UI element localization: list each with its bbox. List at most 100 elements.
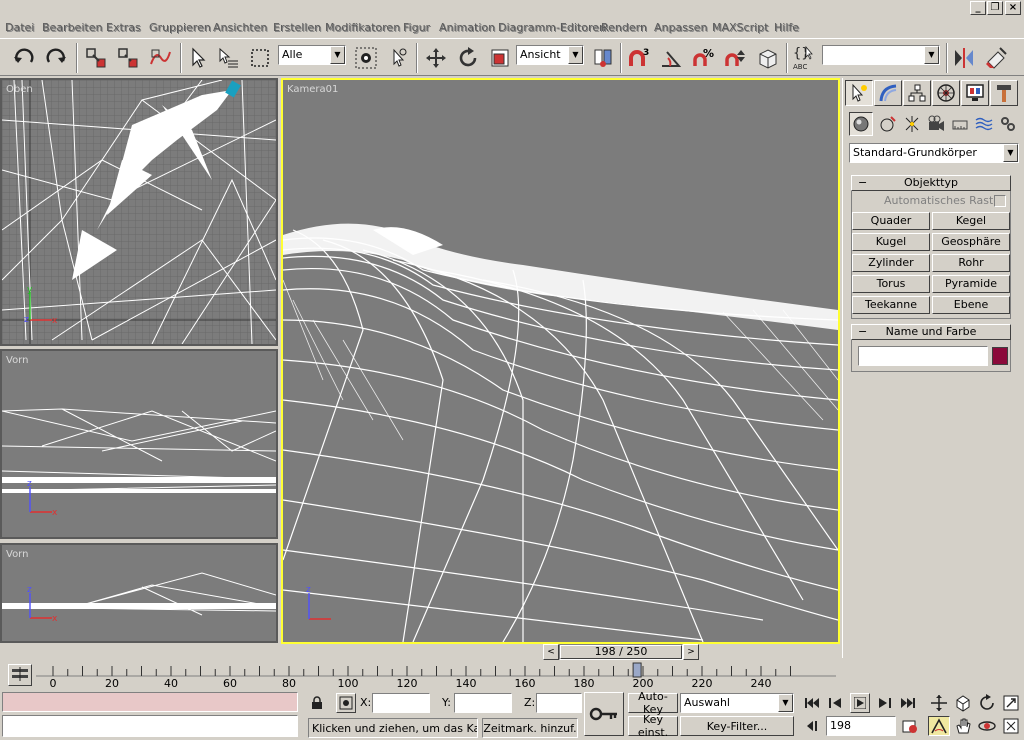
subtab-space-warps[interactable] xyxy=(973,114,995,134)
track-bar-ruler[interactable]: 0 20 40 60 80 100 120 140 160 180 200 220 240 xyxy=(36,662,836,690)
ebene-button[interactable]: Ebene xyxy=(932,296,1010,314)
orbit-camera-button[interactable] xyxy=(976,716,998,736)
subtab-lights[interactable] xyxy=(901,114,923,134)
menu-hilfe[interactable]: Hilfe xyxy=(774,21,799,34)
tab-utilities[interactable] xyxy=(990,80,1018,106)
select-object-button[interactable] xyxy=(186,44,210,72)
named-selection-set-button[interactable] xyxy=(754,44,782,72)
tab-display[interactable] xyxy=(961,80,989,106)
play-button[interactable] xyxy=(850,693,870,713)
tab-modify[interactable] xyxy=(874,80,902,106)
key-mode-toggle-button[interactable] xyxy=(802,717,822,735)
key-mode-dropdown[interactable]: Auswahl ▼ xyxy=(680,693,794,713)
close-button[interactable]: × xyxy=(1005,1,1021,15)
menu-figur[interactable]: Figur xyxy=(403,21,430,34)
kugel-button[interactable]: Kugel xyxy=(852,233,930,251)
object-category-dropdown[interactable]: Standard-Grundkörper ▼ xyxy=(849,143,1019,163)
menu-extras[interactable]: Extras xyxy=(106,21,141,34)
select-and-link-button[interactable] xyxy=(82,44,110,72)
maximize-viewport-button[interactable] xyxy=(1000,693,1022,713)
select-and-scale-button[interactable] xyxy=(486,44,514,72)
subtab-cameras[interactable] xyxy=(925,114,947,134)
zoom-button[interactable] xyxy=(928,693,950,713)
go-to-end-button[interactable] xyxy=(898,694,918,712)
tab-create[interactable] xyxy=(845,80,873,106)
object-name-field[interactable] xyxy=(858,346,988,366)
rollout-name-color-header[interactable]: − Name und Farbe xyxy=(851,324,1011,340)
menu-rendern[interactable]: Rendern xyxy=(601,21,647,34)
set-key-big-button[interactable] xyxy=(584,692,624,736)
key-filters-button[interactable]: Key-Filter... xyxy=(680,716,794,736)
snaps-toggle-button[interactable]: 3 xyxy=(626,44,654,72)
maxscript-listener-top[interactable] xyxy=(2,692,298,712)
next-frame-button[interactable] xyxy=(874,694,894,712)
angle-snap-toggle-button[interactable] xyxy=(658,44,686,72)
time-slider-thumb[interactable]: 198 / 250 xyxy=(560,645,682,659)
tab-motion[interactable] xyxy=(932,80,960,106)
time-configuration-button[interactable] xyxy=(900,716,920,736)
arc-rotate-button[interactable] xyxy=(976,693,998,713)
current-frame-field[interactable]: 198 xyxy=(826,716,896,736)
kegel-button[interactable]: Kegel xyxy=(932,212,1010,230)
menu-gruppieren[interactable]: Gruppieren xyxy=(149,21,211,34)
subtab-geometry[interactable] xyxy=(849,112,873,136)
use-pivot-center-button[interactable] xyxy=(590,44,616,72)
rohr-button[interactable]: Rohr xyxy=(932,254,1010,272)
menu-ansichten[interactable]: Ansichten xyxy=(213,21,267,34)
reference-coordinate-dropdown[interactable]: Ansicht ▼ xyxy=(516,45,584,65)
subtab-systems[interactable] xyxy=(997,114,1019,134)
subtab-helpers[interactable] xyxy=(949,114,971,134)
menu-maxscript[interactable]: MAXScript xyxy=(712,21,768,34)
viewport-top[interactable]: Oben z x y xyxy=(0,78,278,346)
unlink-selection-button[interactable] xyxy=(114,44,142,72)
auto-key-button[interactable]: Auto-Key xyxy=(628,690,678,716)
previous-frame-button[interactable] xyxy=(826,694,846,712)
named-selection-dropdown[interactable]: ▼ xyxy=(822,45,940,65)
object-color-swatch[interactable] xyxy=(992,347,1008,365)
rectangular-selection-button[interactable] xyxy=(246,44,274,72)
torus-button[interactable]: Torus xyxy=(852,275,930,293)
pan-button[interactable] xyxy=(952,716,974,736)
align-button[interactable] xyxy=(982,44,1010,72)
mirror-button[interactable] xyxy=(950,44,978,72)
coord-z-field[interactable] xyxy=(536,693,582,713)
absolute-mode-transform-button[interactable] xyxy=(336,693,356,713)
field-of-view-button[interactable] xyxy=(928,716,950,736)
track-view-toggle-button[interactable] xyxy=(8,664,32,686)
spinner-snap-toggle-button[interactable] xyxy=(722,44,750,72)
select-and-rotate-button[interactable] xyxy=(454,44,482,72)
selection-lock-button[interactable] xyxy=(308,694,326,712)
maxscript-listener-bottom[interactable] xyxy=(2,715,298,737)
coord-y-field[interactable] xyxy=(454,693,512,713)
select-and-move-button[interactable] xyxy=(422,44,450,72)
undo-button[interactable] xyxy=(10,44,38,72)
edit-named-selections-button[interactable]: {} ABC xyxy=(790,44,818,72)
menu-diagramm-editoren[interactable]: Diagramm-Editoren xyxy=(498,21,606,34)
subtab-shapes[interactable] xyxy=(877,114,899,134)
bind-to-space-warp-button[interactable] xyxy=(146,44,174,72)
rollout-object-type-header[interactable]: − Objekttyp xyxy=(851,175,1011,191)
current-frame-marker[interactable] xyxy=(632,662,642,678)
selection-filter-dropdown[interactable]: Alle ▼ xyxy=(278,45,346,65)
set-key-button[interactable]: Key einst. xyxy=(628,713,678,739)
menu-modifikatoren[interactable]: Modifikatoren xyxy=(325,21,400,34)
menu-datei[interactable]: Datei xyxy=(5,21,34,34)
quader-button[interactable]: Quader xyxy=(852,212,930,230)
menu-bearbeiten[interactable]: Bearbeiten xyxy=(42,21,102,34)
select-and-transform-button[interactable] xyxy=(384,44,412,72)
minimize-button[interactable]: _ xyxy=(970,1,986,15)
coord-x-field[interactable] xyxy=(372,693,430,713)
go-to-start-button[interactable] xyxy=(802,694,822,712)
menu-animation[interactable]: Animation xyxy=(439,21,495,34)
geosphaere-button[interactable]: Geosphäre xyxy=(932,233,1010,251)
restore-button[interactable]: ❐ xyxy=(987,1,1003,15)
select-by-name-button[interactable] xyxy=(214,44,242,72)
zoom-all-button[interactable] xyxy=(952,693,974,713)
time-slider-next-button[interactable]: > xyxy=(683,644,699,660)
add-time-tag-button[interactable]: Zeitmark. hinzuf. xyxy=(482,718,578,738)
menu-anpassen[interactable]: Anpassen xyxy=(654,21,707,34)
viewport-front[interactable]: Vorn x z xyxy=(0,349,278,539)
redo-button[interactable] xyxy=(42,44,70,72)
menu-erstellen[interactable]: Erstellen xyxy=(273,21,321,34)
pyramide-button[interactable]: Pyramide xyxy=(932,275,1010,293)
